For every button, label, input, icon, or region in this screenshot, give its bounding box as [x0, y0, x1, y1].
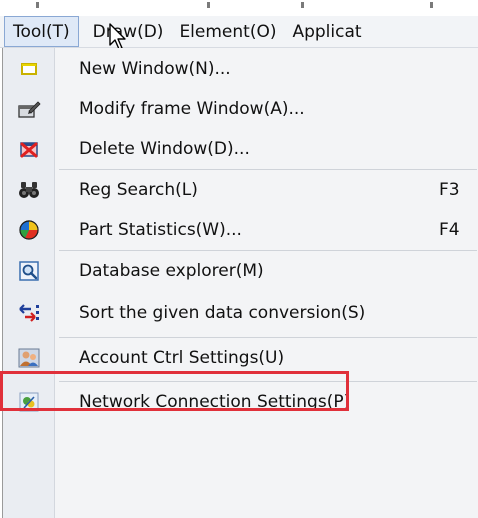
menu-item-database-explorer[interactable]: Database explorer(M) [3, 251, 478, 291]
menu-item-shortcut: F3 [439, 180, 460, 200]
database-search-icon [17, 259, 41, 283]
menu-application[interactable]: Applicat [284, 17, 369, 47]
strip-mark [301, 2, 304, 8]
binoculars-icon [17, 178, 41, 202]
menu-bar: Tool(T) Draw(D) Element(O) Applicat [0, 16, 478, 48]
strip-mark [36, 2, 39, 8]
menu-item-label: New Window(N)... [79, 59, 231, 79]
mouse-cursor-icon [109, 23, 126, 50]
account-users-icon [17, 346, 41, 370]
title-strip [0, 0, 478, 16]
menu-item-label: Sort the given data conversion(S) [79, 303, 366, 323]
highlight-box [0, 371, 349, 411]
menu-item-part-statistics[interactable]: Part Statistics(W)... F4 [3, 210, 478, 250]
menu-item-label: Part Statistics(W)... [79, 220, 242, 240]
delete-window-icon [17, 137, 41, 161]
menu-item-new-window[interactable]: New Window(N)... [3, 49, 478, 89]
screenshot-root: Tool(T) Draw(D) Element(O) Applicat New … [0, 0, 478, 518]
menu-item-reg-search[interactable]: Reg Search(L) F3 [3, 170, 478, 210]
strip-mark [207, 2, 210, 8]
menu-item-label: Reg Search(L) [79, 180, 198, 200]
menu-item-label: Modify frame Window(A)... [79, 99, 305, 119]
sort-arrows-icon [17, 301, 41, 325]
pie-chart-icon [17, 218, 41, 242]
strip-mark [430, 2, 433, 8]
menu-item-label: Account Ctrl Settings(U) [79, 348, 285, 368]
menu-element[interactable]: Element(O) [171, 17, 284, 47]
menu-item-label: Database explorer(M) [79, 261, 264, 281]
menu-item-delete-window[interactable]: Delete Window(D)... [3, 129, 478, 169]
menu-item-sort-data-conversion[interactable]: Sort the given data conversion(S) [3, 293, 478, 333]
menu-item-label: Delete Window(D)... [79, 139, 250, 159]
tool-dropdown-menu: New Window(N)... Modify frame Window(A).… [2, 48, 478, 518]
modify-window-icon [17, 97, 41, 121]
menu-item-modify-frame-window[interactable]: Modify frame Window(A)... [3, 89, 478, 129]
menu-tool[interactable]: Tool(T) [4, 16, 79, 47]
new-window-icon [17, 57, 41, 81]
menu-item-shortcut: F4 [439, 220, 460, 240]
